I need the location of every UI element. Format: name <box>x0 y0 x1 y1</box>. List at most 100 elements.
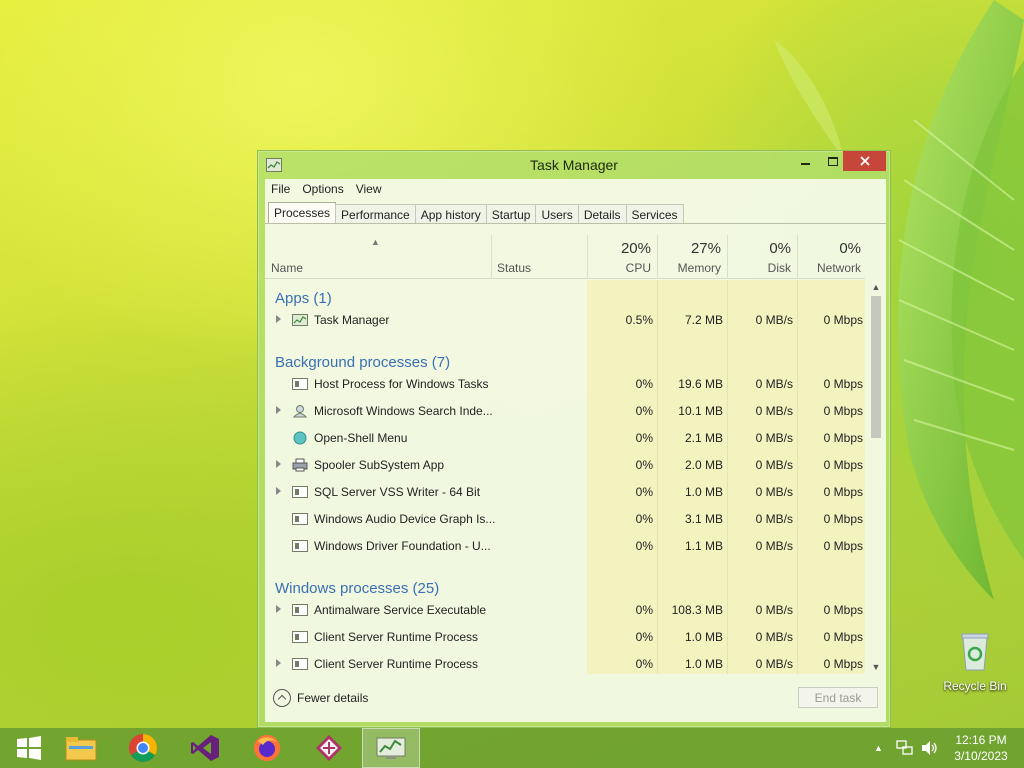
process-row[interactable]: Windows Audio Device Graph Is... 0% 3.1 MB… <box>265 506 865 533</box>
process-disk: 0 MB/s <box>755 603 793 617</box>
tab-performance[interactable]: Performance <box>335 204 416 224</box>
taskbar-chrome[interactable] <box>114 728 172 768</box>
network-tray[interactable] <box>896 728 914 768</box>
tab-users[interactable]: Users <box>535 204 579 224</box>
process-list: Apps (1) Background processes (7) Window… <box>265 280 865 674</box>
process-network: 0 Mbps <box>823 404 863 418</box>
process-cpu: 0% <box>635 603 653 617</box>
process-row[interactable]: Antimalware Service Executable 0% 108.3 MB… <box>265 597 865 624</box>
vertical-scrollbar[interactable]: ▲ ▼ <box>869 280 883 674</box>
clock-time: 12:16 PM <box>955 733 1007 747</box>
taskbar-task-manager[interactable] <box>362 728 420 768</box>
scroll-down-arrow-icon[interactable]: ▼ <box>869 660 883 674</box>
show-hidden-icons-button[interactable]: ▲ <box>874 728 883 768</box>
window-process-icon <box>292 658 308 670</box>
group-label: Windows processes (25) <box>275 580 440 597</box>
process-row[interactable]: Client Server Runtime Process 0% 1.0 MB 0 M… <box>265 651 865 674</box>
process-cpu: 0% <box>635 377 653 391</box>
process-row[interactable]: Client Server Runtime Process 0% 1.0 MB 0 M… <box>265 624 865 651</box>
process-row[interactable]: SQL Server VSS Writer - 64 Bit 0% 1.0 MB 0 … <box>265 479 865 506</box>
menu-view[interactable]: View <box>356 179 388 199</box>
window-process-icon <box>292 378 308 390</box>
process-row[interactable]: Open-Shell Menu 0% 2.1 MB 0 MB/s 0 Mbps <box>265 425 865 452</box>
close-button[interactable] <box>843 151 886 171</box>
recycle-bin-shortcut[interactable]: Recycle Bin <box>940 630 1010 693</box>
expand-chevron-icon[interactable] <box>276 315 281 323</box>
process-disk: 0 MB/s <box>755 657 793 671</box>
process-name: Windows Driver Foundation - U... <box>314 539 491 553</box>
process-network: 0 Mbps <box>823 630 863 644</box>
process-cpu: 0% <box>635 431 653 445</box>
volume-tray[interactable] <box>920 728 938 768</box>
printer-icon <box>292 458 308 472</box>
header-status[interactable]: Status <box>491 235 587 279</box>
group-label: Apps (1) <box>275 290 332 307</box>
minimize-icon <box>800 163 810 165</box>
memory-label: Memory <box>677 261 721 275</box>
process-row[interactable]: Task Manager 0.5% 7.2 MB 0 MB/s 0 Mbps <box>265 307 865 334</box>
header-name[interactable]: ▲ Name <box>265 235 491 279</box>
process-memory: 7.2 MB <box>684 313 723 327</box>
tab-services[interactable]: Services <box>625 204 684 224</box>
expand-chevron-icon[interactable] <box>276 487 281 495</box>
fewer-details-link[interactable]: Fewer details <box>297 691 368 705</box>
start-button[interactable] <box>0 728 58 768</box>
title-bar[interactable]: Task Manager <box>258 151 890 179</box>
window-process-icon <box>292 486 308 498</box>
window-process-icon <box>292 513 308 525</box>
cpu-label: CPU <box>625 261 651 275</box>
expand-chevron-icon[interactable] <box>276 460 281 468</box>
tab-details[interactable]: Details <box>577 204 627 224</box>
speaker-icon <box>922 741 937 755</box>
tab-app-history[interactable]: App history <box>414 204 487 224</box>
process-name: Client Server Runtime Process <box>314 657 479 671</box>
process-name: Client Server Runtime Process <box>314 630 479 644</box>
header-network[interactable]: 0% Network <box>797 235 867 279</box>
process-row[interactable]: Spooler SubSystem App 0% 2.0 MB 0 MB/s 0 Mbp… <box>265 452 865 479</box>
menu-bar: File Options View <box>265 179 394 199</box>
chevron-up-icon: ▲ <box>874 743 883 753</box>
process-row[interactable]: Microsoft Windows Search Inde... 0% 10.1 M… <box>265 398 865 425</box>
chevron-up-icon[interactable] <box>273 689 291 707</box>
recycle-bin-label: Recycle Bin <box>943 679 1007 693</box>
scroll-up-arrow-icon[interactable]: ▲ <box>869 280 883 294</box>
taskbar-firefox[interactable] <box>238 728 296 768</box>
process-name: SQL Server VSS Writer - 64 Bit <box>314 485 481 499</box>
process-cpu: 0% <box>635 458 653 472</box>
menu-options[interactable]: Options <box>302 179 349 199</box>
process-network: 0 Mbps <box>823 431 863 445</box>
header-memory[interactable]: 27% Memory <box>657 235 727 279</box>
tab-processes[interactable]: Processes <box>268 202 337 224</box>
minimize-button[interactable] <box>792 151 818 171</box>
process-memory: 3.1 MB <box>684 512 723 526</box>
maximize-icon <box>828 156 838 166</box>
task-manager-window: Task Manager File Options View Processes… <box>257 150 891 728</box>
header-cpu[interactable]: 20% CPU <box>587 235 657 279</box>
process-disk: 0 MB/s <box>755 512 793 526</box>
taskbar-app[interactable] <box>300 728 358 768</box>
process-disk: 0 MB/s <box>755 485 793 499</box>
process-cpu: 0% <box>635 485 653 499</box>
taskbar-file-explorer[interactable] <box>52 728 110 768</box>
scroll-thumb[interactable] <box>871 296 881 438</box>
process-name: Antimalware Service Executable <box>314 603 487 617</box>
taskbar-visual-studio[interactable] <box>176 728 234 768</box>
header-disk[interactable]: 0% Disk <box>727 235 797 279</box>
expand-chevron-icon[interactable] <box>276 605 281 613</box>
process-row[interactable]: Windows Driver Foundation - U... 0% 1.1 MB… <box>265 533 865 560</box>
search-indexer-icon <box>292 405 308 418</box>
window-process-icon <box>292 631 308 643</box>
process-memory: 2.0 MB <box>684 458 723 472</box>
expand-chevron-icon[interactable] <box>276 406 281 414</box>
expand-chevron-icon[interactable] <box>276 659 281 667</box>
recycle-bin-icon <box>961 633 989 671</box>
menu-file[interactable]: File <box>271 179 296 199</box>
clock-date: 3/10/2023 <box>954 749 1008 763</box>
tab-divider <box>265 223 886 224</box>
process-row[interactable]: Host Process for Windows Tasks 0% 19.6 MB 0… <box>265 371 865 398</box>
tab-startup[interactable]: Startup <box>485 204 537 224</box>
taskbar-clock[interactable]: 12:16 PM 3/10/2023 <box>944 732 1018 764</box>
process-cpu: 0.5% <box>625 313 653 327</box>
end-task-button[interactable]: End task <box>798 687 878 708</box>
process-network: 0 Mbps <box>823 603 863 617</box>
